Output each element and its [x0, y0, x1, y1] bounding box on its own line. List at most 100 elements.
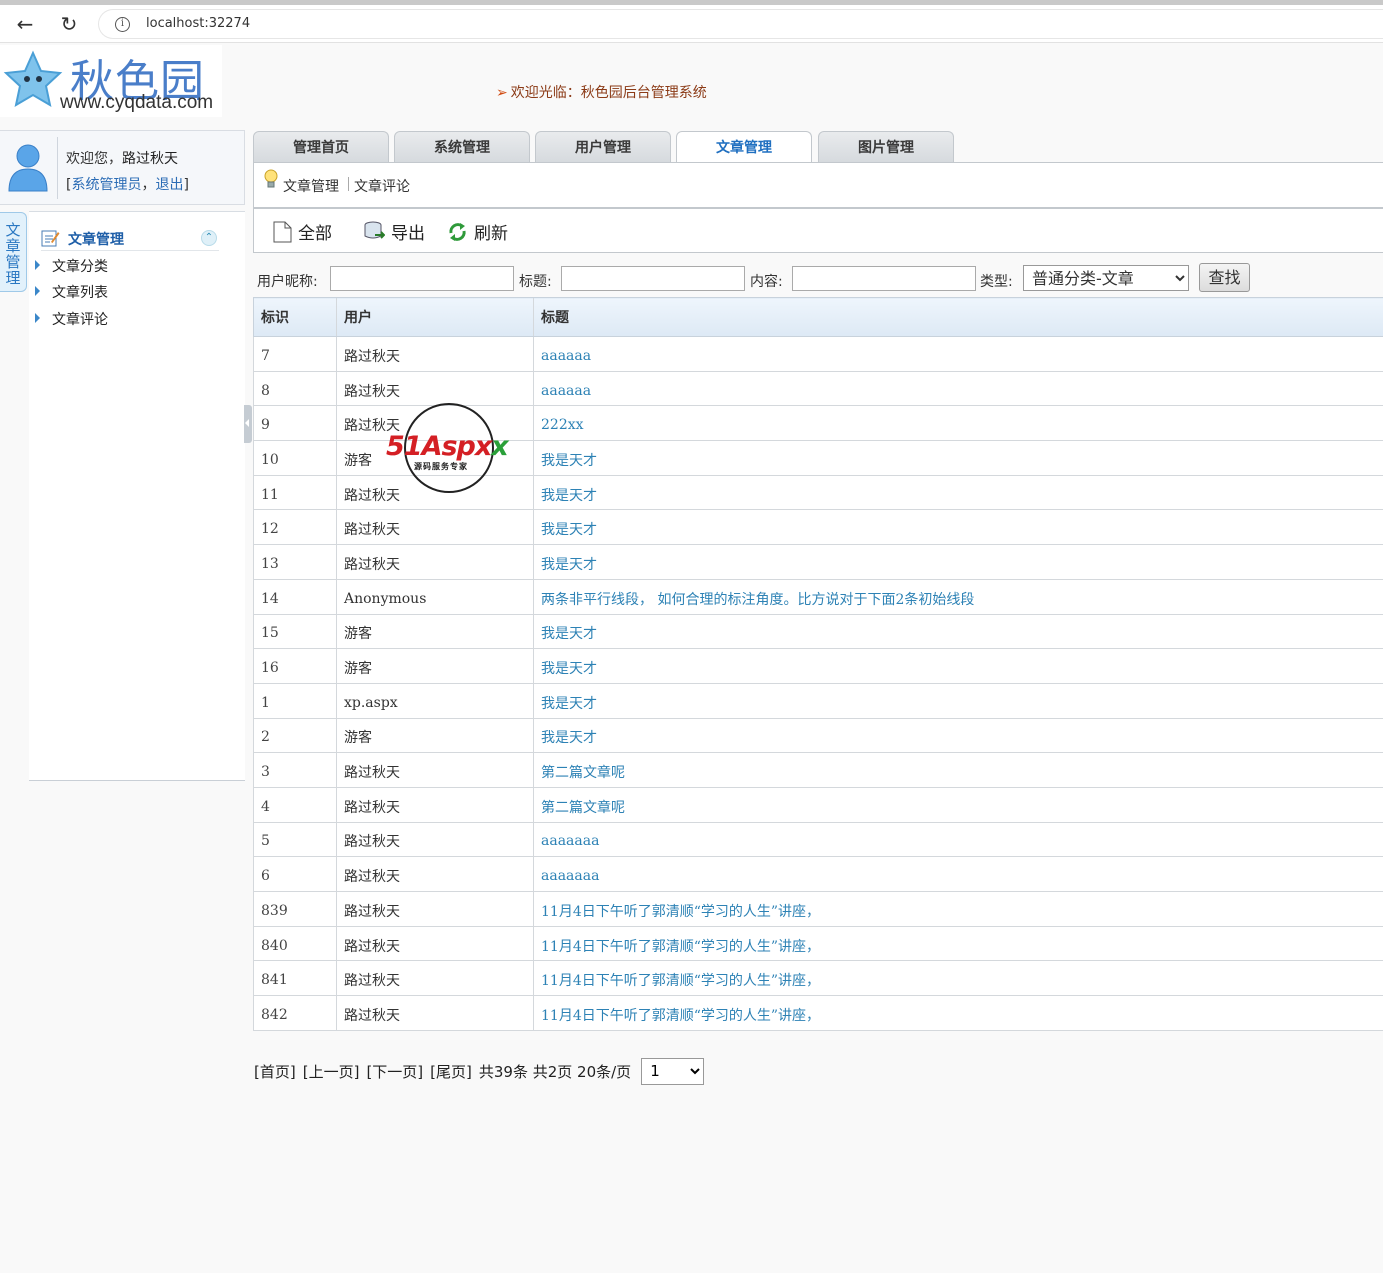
tab-articles[interactable]: 文章管理	[676, 131, 812, 163]
action-toolbar: 全部 导出 刷新	[253, 208, 1383, 253]
sidebar-collapse-handle[interactable]	[244, 405, 252, 443]
row-id-cell: 5	[253, 822, 337, 858]
row-title-link[interactable]: 我是天才	[533, 718, 1383, 754]
subnav-comments[interactable]: 文章评论	[354, 176, 410, 196]
row-title-link[interactable]: aaaaaa	[533, 336, 1383, 372]
row-title-link[interactable]: 11月4日下午听了郭清顺“学习的人生”讲座，	[533, 960, 1383, 997]
logout-link[interactable]: 退出	[155, 177, 183, 193]
row-title-link[interactable]: 我是天才	[533, 475, 1383, 511]
find-button[interactable]: 查找	[1199, 263, 1250, 292]
refresh-button[interactable]: 刷新	[447, 219, 508, 244]
row-title-link[interactable]: aaaaaa	[533, 371, 1383, 407]
row-user-cell: 游客	[336, 648, 534, 684]
arrow-right-icon: ➢	[496, 85, 508, 101]
row-title-link[interactable]: 第二篇文章呢	[533, 787, 1383, 823]
browser-toolbar: ← ↻ i localhost:32274	[0, 5, 1383, 43]
row-id-cell: 4	[253, 787, 337, 823]
pager-last[interactable]: [尾页]	[430, 1061, 472, 1082]
pager-prev[interactable]: [上一页]	[303, 1061, 360, 1082]
row-user-cell: 路过秋天	[336, 509, 534, 546]
page-select[interactable]: 1	[641, 1057, 705, 1085]
row-title-link[interactable]: 我是天才	[533, 648, 1383, 684]
user-panel-divider	[57, 137, 58, 199]
watermark-logo: 51Aspxx 源码服务专家	[386, 403, 512, 493]
sidebar-heading[interactable]: 文章管理	[41, 227, 219, 251]
tab-home[interactable]: 管理首页	[253, 131, 389, 162]
row-title-link[interactable]: 我是天才	[533, 544, 1383, 580]
row-title-link[interactable]: 222xx	[533, 405, 1383, 442]
export-database-icon	[364, 221, 385, 239]
refresh-button-label: 刷新	[474, 224, 508, 244]
watermark-text: 51Aspxx	[386, 431, 509, 462]
title-label: 标题:	[519, 274, 552, 290]
info-icon[interactable]: i	[115, 17, 130, 32]
user-avatar-icon	[8, 144, 48, 192]
sidebar-item-label: 文章评论	[52, 312, 108, 328]
role-link[interactable]: 系统管理员	[71, 177, 141, 193]
title-input[interactable]	[561, 266, 745, 291]
all-button-label: 全部	[298, 224, 332, 244]
table-row: 2 游客 我是天才	[253, 718, 1383, 754]
nickname-input[interactable]	[330, 266, 514, 291]
type-select[interactable]: 普通分类-文章	[1023, 265, 1189, 291]
table-row: 8 路过秋天 aaaaaa	[253, 371, 1383, 407]
all-button[interactable]: 全部	[273, 219, 332, 244]
sub-navigation: 文章管理 文章评论	[253, 162, 1383, 208]
row-title-link[interactable]: 两条非平行线段， 如何合理的标注角度。比方说对于下面2条初始线段	[533, 579, 1383, 615]
content-input[interactable]	[792, 266, 976, 291]
export-button[interactable]: 导出	[364, 219, 425, 244]
reload-icon[interactable]: ↻	[56, 12, 82, 36]
back-arrow-icon[interactable]: ←	[12, 12, 38, 36]
document-icon	[273, 221, 292, 242]
url-text[interactable]: localhost:32274	[146, 16, 250, 31]
table-row: 7 路过秋天 aaaaaa	[253, 336, 1383, 372]
address-bar[interactable]: i localhost:32274	[98, 9, 1383, 39]
site-domain: www.cyqdata.com	[60, 92, 214, 113]
col-header-title[interactable]: 标题	[533, 297, 1383, 337]
sidebar-item-category[interactable]: 文章分类	[35, 256, 108, 276]
row-title-link[interactable]: 我是天才	[533, 683, 1383, 719]
table-row: 12 路过秋天 我是天才	[253, 509, 1383, 546]
row-id-cell: 2	[253, 718, 337, 754]
row-user-cell: 路过秋天	[336, 960, 534, 997]
tab-system[interactable]: 系统管理	[394, 131, 530, 162]
sidebar-vertical-tab[interactable]: 文章管理	[0, 212, 27, 292]
row-user-cell: xp.aspx	[336, 683, 534, 719]
table-row: 14 Anonymous 两条非平行线段， 如何合理的标注角度。比方说对于下面2条初…	[253, 579, 1383, 615]
sidebar-item-comments[interactable]: 文章评论	[35, 309, 108, 329]
row-id-cell: 8	[253, 371, 337, 407]
triangle-right-icon	[35, 286, 40, 296]
sidebar-vertical-tab-label: 文章管理	[5, 221, 21, 287]
row-title-link[interactable]: 11月4日下午听了郭清顺“学习的人生”讲座，	[533, 995, 1383, 1031]
row-title-link[interactable]: 我是天才	[533, 440, 1383, 476]
tab-users[interactable]: 用户管理	[535, 131, 671, 162]
subnav-articles[interactable]: 文章管理	[283, 176, 339, 196]
row-id-cell: 15	[253, 614, 337, 650]
row-title-link[interactable]: aaaaaaa	[533, 856, 1383, 892]
row-title-link[interactable]: 我是天才	[533, 614, 1383, 650]
pager-first[interactable]: [首页]	[254, 1061, 296, 1082]
user-name: 路过秋天	[122, 151, 178, 167]
table-row: 840 路过秋天 11月4日下午听了郭清顺“学习的人生”讲座，	[253, 926, 1383, 962]
col-header-id[interactable]: 标识	[253, 297, 337, 337]
content-label: 内容:	[750, 274, 783, 290]
tab-images[interactable]: 图片管理	[818, 131, 954, 162]
welcome-banner: ➢ 欢迎光临：秋色园后台管理系统	[496, 82, 707, 102]
row-id-cell: 840	[253, 926, 337, 962]
pager-next[interactable]: [下一页]	[366, 1061, 423, 1082]
row-title-link[interactable]: 第二篇文章呢	[533, 752, 1383, 788]
row-title-link[interactable]: 11月4日下午听了郭清顺“学习的人生”讲座，	[533, 891, 1383, 927]
row-title-link[interactable]: 我是天才	[533, 509, 1383, 546]
row-title-link[interactable]: aaaaaaa	[533, 822, 1383, 858]
collapse-up-icon[interactable]: ⌃	[201, 230, 217, 246]
row-title-link[interactable]: 11月4日下午听了郭清顺“学习的人生”讲座，	[533, 926, 1383, 962]
row-id-cell: 11	[253, 475, 337, 511]
table-row: 4 路过秋天 第二篇文章呢	[253, 787, 1383, 823]
table-row: 5 路过秋天 aaaaaaa	[253, 822, 1383, 858]
col-header-user[interactable]: 用户	[336, 297, 534, 337]
sidebar-item-list[interactable]: 文章列表	[35, 282, 108, 302]
sidebar-item-label: 文章分类	[52, 259, 108, 275]
watermark-subtitle: 源码服务专家	[414, 462, 468, 471]
table-row: 16 游客 我是天才	[253, 648, 1383, 684]
row-id-cell: 7	[253, 336, 337, 372]
